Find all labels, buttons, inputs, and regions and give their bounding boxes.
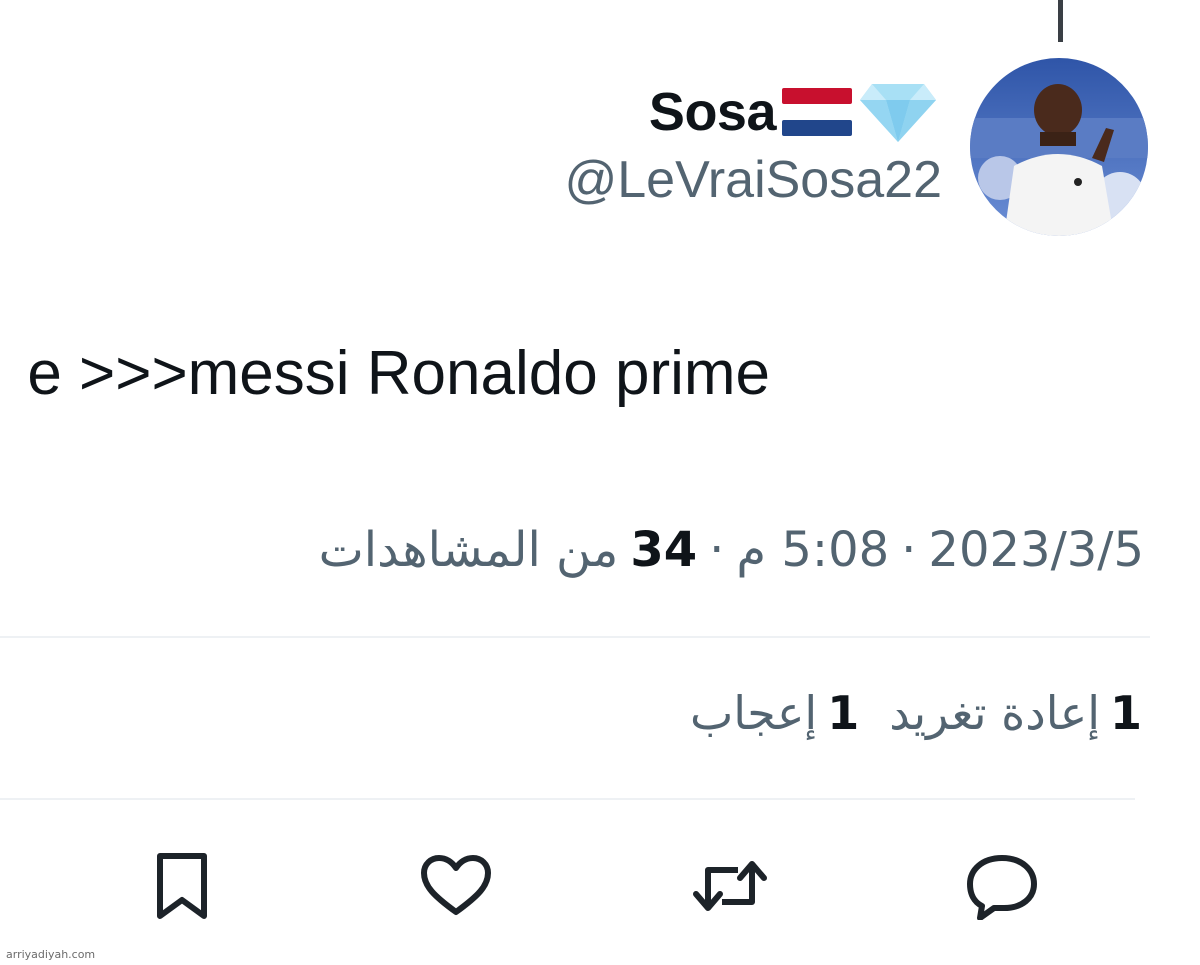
likes-count: 1 bbox=[827, 686, 860, 740]
avatar[interactable] bbox=[970, 58, 1148, 236]
author-display-name[interactable]: Sosa bbox=[649, 81, 777, 143]
meta-separator: · bbox=[901, 522, 917, 578]
retweets-stat[interactable]: 1 إعادة تغريد bbox=[889, 686, 1142, 740]
watermark: arriyadiyah.com bbox=[6, 948, 96, 961]
likes-label: إعجاب bbox=[689, 686, 818, 740]
tweet-view: Sosa @LeVraiSosa22 e >>>messi Ronaldo pr… bbox=[0, 0, 1200, 965]
divider bbox=[0, 636, 1150, 638]
diamond-icon bbox=[858, 80, 938, 144]
retweets-label: إعادة تغريد bbox=[889, 686, 1100, 740]
divider bbox=[0, 798, 1135, 800]
author-handle[interactable]: @LeVraiSosa22 bbox=[564, 150, 942, 210]
like-button[interactable] bbox=[416, 846, 496, 926]
tweet-stats: 1 إعادة تغريد 1 إعجاب bbox=[690, 686, 1142, 740]
likes-stat[interactable]: 1 إعجاب bbox=[690, 686, 859, 740]
retweet-icon bbox=[693, 861, 767, 911]
tweet-time[interactable]: 5:08 م bbox=[736, 522, 889, 578]
netherlands-flag-icon bbox=[782, 88, 852, 136]
reply-button[interactable] bbox=[962, 846, 1042, 926]
reply-icon bbox=[967, 855, 1037, 920]
author-name-row[interactable]: Sosa bbox=[649, 72, 938, 152]
retweets-count: 1 bbox=[1109, 686, 1142, 740]
views-count: 34 bbox=[630, 522, 698, 578]
thread-line bbox=[1058, 0, 1063, 42]
retweet-button[interactable] bbox=[690, 846, 770, 926]
bookmark-button[interactable] bbox=[142, 846, 222, 926]
tweet-meta: 2023/3/5 · 5:08 م · 34 من المشاهدات bbox=[319, 522, 1144, 578]
meta-separator: · bbox=[709, 522, 725, 578]
tweet-text: e >>>messi Ronaldo prime bbox=[27, 339, 770, 408]
bookmark-icon bbox=[157, 853, 207, 919]
views-label: من المشاهدات bbox=[318, 522, 619, 578]
tweet-date[interactable]: 2023/3/5 bbox=[928, 522, 1144, 578]
heart-icon bbox=[421, 855, 491, 915]
